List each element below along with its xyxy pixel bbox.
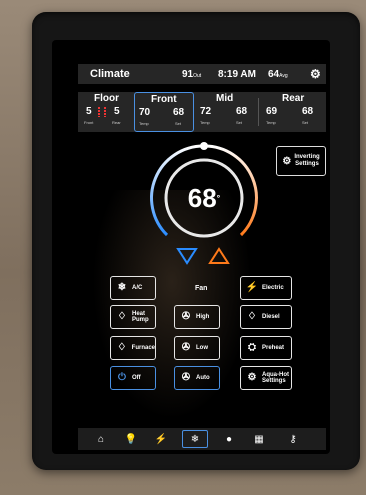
button-label: Electric [262,285,284,291]
zone-label: Front [84,120,94,125]
fan-icon: ✇ [181,311,191,322]
page-title: Climate [90,68,130,80]
setpoint-display: 68 ° [187,182,221,213]
button-label: High [196,314,210,320]
outside-temp: 91Out [182,68,202,80]
button-label: Furnace [131,345,155,351]
gear-icon: ⚙ [282,155,292,167]
furnace-button[interactable]: ♢ Furnace [110,336,156,360]
lightning-icon[interactable]: ⚡ [148,430,174,448]
status-bar: Climate 91Out 8:19 AM 64Avg ⚙ [78,64,326,84]
button-label: A/C [132,285,143,291]
zone-name: Rear [282,93,305,104]
floor-level-bar [104,107,106,117]
button-label: Off [132,375,141,381]
preheat-button[interactable]: ⛭ Preheat [240,336,292,360]
temperature-dial[interactable]: 68 ° [144,138,264,258]
bottom-nav: ⌂ 💡 ⚡ ❄ ● ▦ ⚷ [78,428,326,450]
zone-value: 68 [236,106,248,117]
fan-label: Fan [195,285,208,292]
lightning-icon: ⚡ [245,282,259,293]
flame-icon: ♢ [117,311,127,322]
diesel-button[interactable]: ♢ Diesel [240,305,292,329]
thermostat-screen: Climate 91Out 8:19 AM 64Avg ⚙ Floor 5 5 … [52,40,330,454]
key-icon[interactable]: ⚷ [280,430,306,448]
button-label: Auto [196,375,210,381]
off-button[interactable]: ⏻ Off [110,366,156,390]
temp-up-button[interactable] [208,247,230,265]
zone-floor[interactable]: Floor 5 5 Front Rear [82,92,132,132]
zone-name: Floor [94,93,119,104]
settings-button-label: Inverting Settings [294,154,320,167]
zone-value: 70 [139,107,151,118]
button-label: Low [196,345,208,351]
zone-strip: Floor 5 5 Front Rear Front 70 68 Temp Se… [78,92,326,132]
fan-low-button[interactable]: ✇ Low [174,336,220,360]
zone-name: Mid [216,93,234,104]
fan-icon: ✇ [181,342,191,353]
button-label: Preheat [262,345,285,351]
zone-front[interactable]: Front 70 68 Temp Set [134,92,194,132]
power-icon: ⏻ [118,372,126,383]
button-label: Heat Pump [132,311,149,323]
zone-value: 68 [173,107,185,118]
aqua-hot-settings-button[interactable]: ⚙ Aqua-Hot Settings [240,366,292,390]
snowflake-icon[interactable]: ❄ [182,430,208,448]
bulb-icon[interactable]: 💡 [118,430,144,448]
snowflake-icon: ❄ [117,282,127,293]
zone-value: 5 [86,106,92,117]
zone-label: Set [302,120,309,125]
zone-value: 5 [114,106,120,117]
ac-button[interactable]: ❄ A/C [110,276,156,300]
home-icon[interactable]: ⌂ [88,430,114,448]
zone-value: 68 [302,106,314,117]
zone-label: Temp [139,121,149,126]
gear-icon: ⚙ [247,372,257,383]
grid-icon[interactable]: ▦ [246,430,272,448]
zone-value: 69 [266,106,278,117]
engine-icon: ⛭ [248,342,256,353]
inside-temp: 64Avg [268,68,288,80]
clock: 8:19 AM [218,68,256,80]
fan-auto-button[interactable]: ✇ Auto [174,366,220,390]
zone-label: Set [236,120,243,125]
power-icon[interactable]: ● [216,430,242,448]
button-label: Aqua-Hot Settings [262,372,289,384]
gear-icon[interactable]: ⚙ [310,67,321,81]
zone-mid[interactable]: Mid 72 68 Temp Set [196,92,256,132]
inverting-settings-button[interactable]: ⚙ Inverting Settings [276,146,326,176]
zone-value: 72 [200,106,212,117]
zone-rear[interactable]: Rear 69 68 Temp Set [262,92,322,132]
fan-icon: ✇ [181,372,191,383]
button-label: Diesel [262,314,280,320]
flame-icon: ♢ [117,342,127,353]
zone-label: Temp [266,120,276,125]
temp-down-button[interactable] [176,247,198,265]
zone-name: Front [151,94,177,105]
flame-icon: ♢ [247,311,257,322]
zone-label: Set [175,121,182,126]
floor-level-bar [98,107,100,117]
zone-divider [258,98,259,126]
fan-high-button[interactable]: ✇ High [174,305,220,329]
zone-label: Temp [200,120,210,125]
heat-pump-button[interactable]: ♢ Heat Pump [110,305,156,329]
electric-button[interactable]: ⚡ Electric [240,276,292,300]
zone-label: Rear [112,120,121,125]
